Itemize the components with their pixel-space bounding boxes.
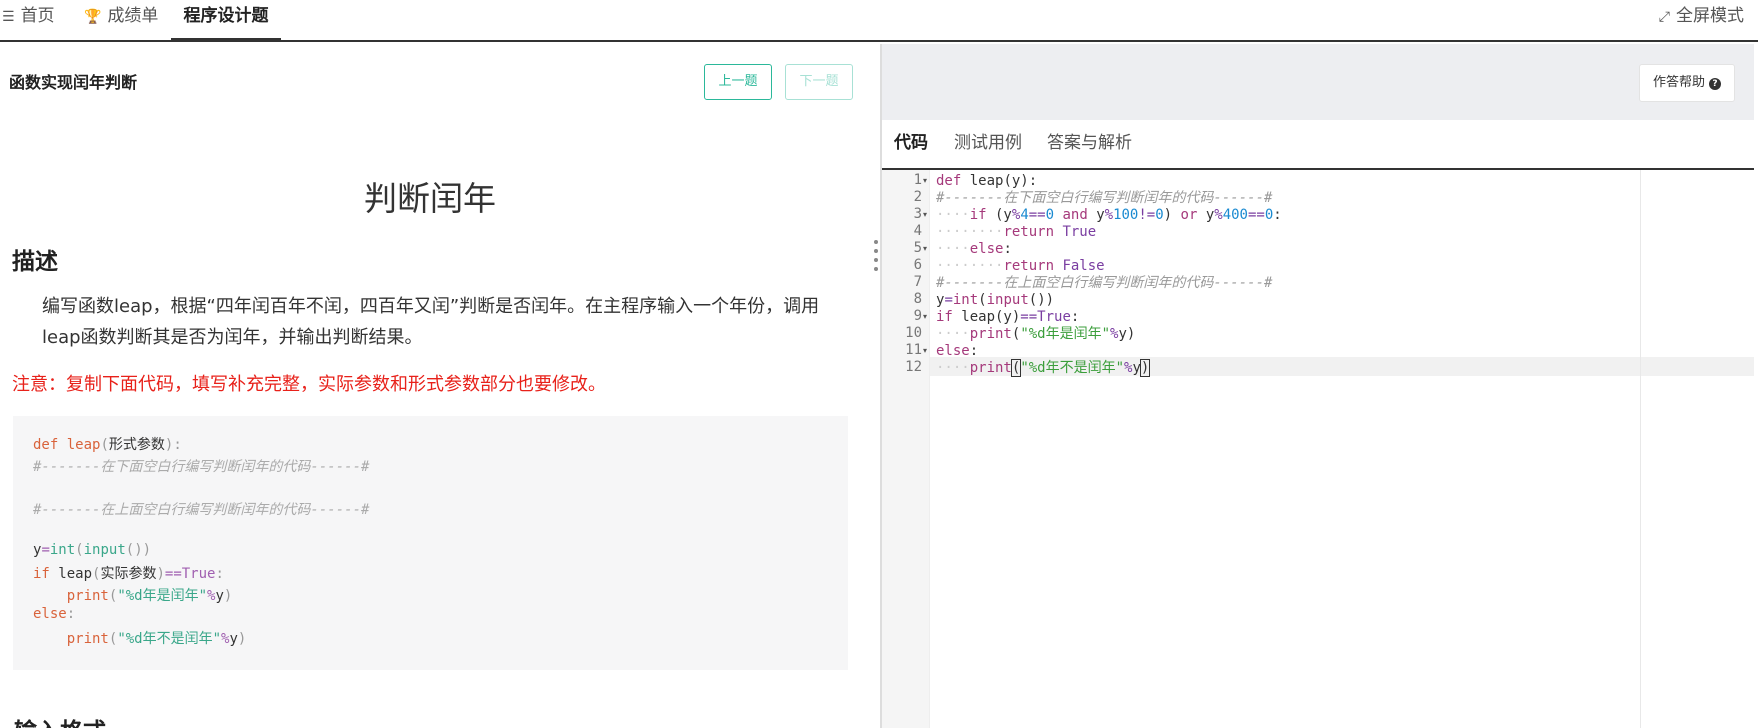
section-description-heading: 描述 bbox=[12, 249, 58, 275]
note-text: 注意：复制下面代码，填写补充完整，实际参数和形式参数部分也要修改。 bbox=[12, 374, 606, 395]
print-margin bbox=[1640, 170, 1641, 728]
line-number: 2 bbox=[913, 189, 922, 205]
home-icon: ☰ bbox=[2, 9, 15, 25]
top-nav: ☰ 首页 🏆 成绩单 程序设计题 ⤢ 全屏模式 bbox=[0, 0, 1758, 42]
code-editor[interactable]: 1 2 3 4 5 6 7 8 9 10 11 12 ▾ ▾ ▾ ▾ ▾ def… bbox=[882, 170, 1754, 728]
line-number: 11 bbox=[905, 342, 922, 358]
nav-rank-label: 成绩单 bbox=[107, 6, 159, 26]
line-number: 6 bbox=[913, 257, 922, 273]
code-line-8: print("%d年是闰年"%y) bbox=[66, 588, 233, 604]
tab-code[interactable]: 代码 bbox=[894, 120, 928, 168]
nav-rank[interactable]: 🏆 成绩单 bbox=[84, 0, 158, 40]
editor-tabs: 代码 测试用例 答案与解析 bbox=[882, 120, 1754, 170]
line-number: 8 bbox=[913, 291, 922, 307]
line-number: 9 bbox=[913, 308, 922, 324]
fold-arrow-icon[interactable]: ▾ bbox=[923, 244, 927, 253]
expand-icon: ⤢ bbox=[1658, 9, 1670, 25]
fold-arrow-icon[interactable]: ▾ bbox=[923, 176, 927, 185]
code-line-2: #-------在下面空白行编写判断闰年的代码------# bbox=[33, 459, 370, 475]
code-line-10: print("%d年不是闰年"%y) bbox=[66, 631, 247, 647]
line-number: 1 bbox=[913, 172, 922, 188]
code-line-1: def leap(形式参数): bbox=[33, 437, 182, 453]
nav-home-label: 首页 bbox=[20, 6, 55, 26]
fullscreen-label: 全屏模式 bbox=[1676, 6, 1744, 26]
line-number: 4 bbox=[913, 223, 922, 239]
question-title: 函数实现闰年判断 bbox=[9, 73, 138, 92]
doc-title: 判断闰年 bbox=[364, 179, 496, 218]
fold-arrow-icon[interactable]: ▾ bbox=[923, 210, 927, 219]
trophy-icon: 🏆 bbox=[84, 9, 102, 25]
fold-arrow-icon[interactable]: ▾ bbox=[923, 312, 927, 321]
drag-handle-icon[interactable] bbox=[874, 240, 880, 280]
editor-line-12: ····print("%d年不是闰年"%y) bbox=[936, 359, 1151, 377]
nav-programming-label: 程序设计题 bbox=[183, 6, 269, 26]
nav-home[interactable]: ☰ 首页 bbox=[2, 0, 55, 40]
code-line-6: y=int(input()) bbox=[33, 542, 152, 558]
question-circle-icon: ? bbox=[1709, 78, 1721, 90]
line-number: 10 bbox=[905, 325, 922, 341]
line-number: 5 bbox=[913, 240, 922, 256]
line-number: 3 bbox=[913, 206, 922, 222]
answer-help-button[interactable]: 作答帮助? bbox=[1639, 64, 1735, 102]
fold-arrow-icon[interactable]: ▾ bbox=[923, 346, 927, 355]
code-line-4: #-------在上面空白行编写判断闰年的代码------# bbox=[33, 502, 370, 518]
nav-programming[interactable]: 程序设计题 bbox=[171, 0, 281, 42]
tab-answer[interactable]: 答案与解析 bbox=[1047, 120, 1132, 168]
line-number: 7 bbox=[913, 274, 922, 290]
tab-test-cases[interactable]: 测试用例 bbox=[954, 120, 1022, 168]
answer-help-label: 作答帮助 bbox=[1652, 75, 1705, 90]
right-edge bbox=[1754, 44, 1758, 728]
editor-header: 作答帮助? bbox=[882, 44, 1754, 120]
code-line-1-param: 形式参数 bbox=[108, 437, 165, 453]
prev-question-button[interactable]: 上一题 bbox=[704, 64, 772, 100]
line-number: 12 bbox=[905, 359, 922, 375]
next-question-button[interactable]: 下一题 bbox=[785, 64, 853, 100]
fullscreen-button[interactable]: ⤢ 全屏模式 bbox=[1659, 0, 1744, 40]
editor-pane: 作答帮助? 代码 测试用例 答案与解析 1 2 3 4 5 6 7 8 9 10… bbox=[882, 44, 1754, 728]
question-pane: 函数实现闰年判断 上一题 下一题 判断闰年 描述 编写函数leap，根据“四年闰… bbox=[0, 44, 880, 728]
section-input-heading: 输入格式 bbox=[14, 712, 106, 728]
sample-code-block: def leap(形式参数): #-------在下面空白行编写判断闰年的代码-… bbox=[13, 416, 848, 670]
line-gutter: 1 2 3 4 5 6 7 8 9 10 11 12 ▾ ▾ ▾ ▾ ▾ bbox=[882, 170, 930, 728]
description-text: 编写函数leap，根据“四年闰百年不闰，四百年又闰”判断是否闰年。在主程序输入一… bbox=[42, 296, 820, 348]
code-line-9: else: bbox=[33, 606, 76, 622]
code-line-7: if leap(实际参数)==True: bbox=[33, 566, 224, 582]
